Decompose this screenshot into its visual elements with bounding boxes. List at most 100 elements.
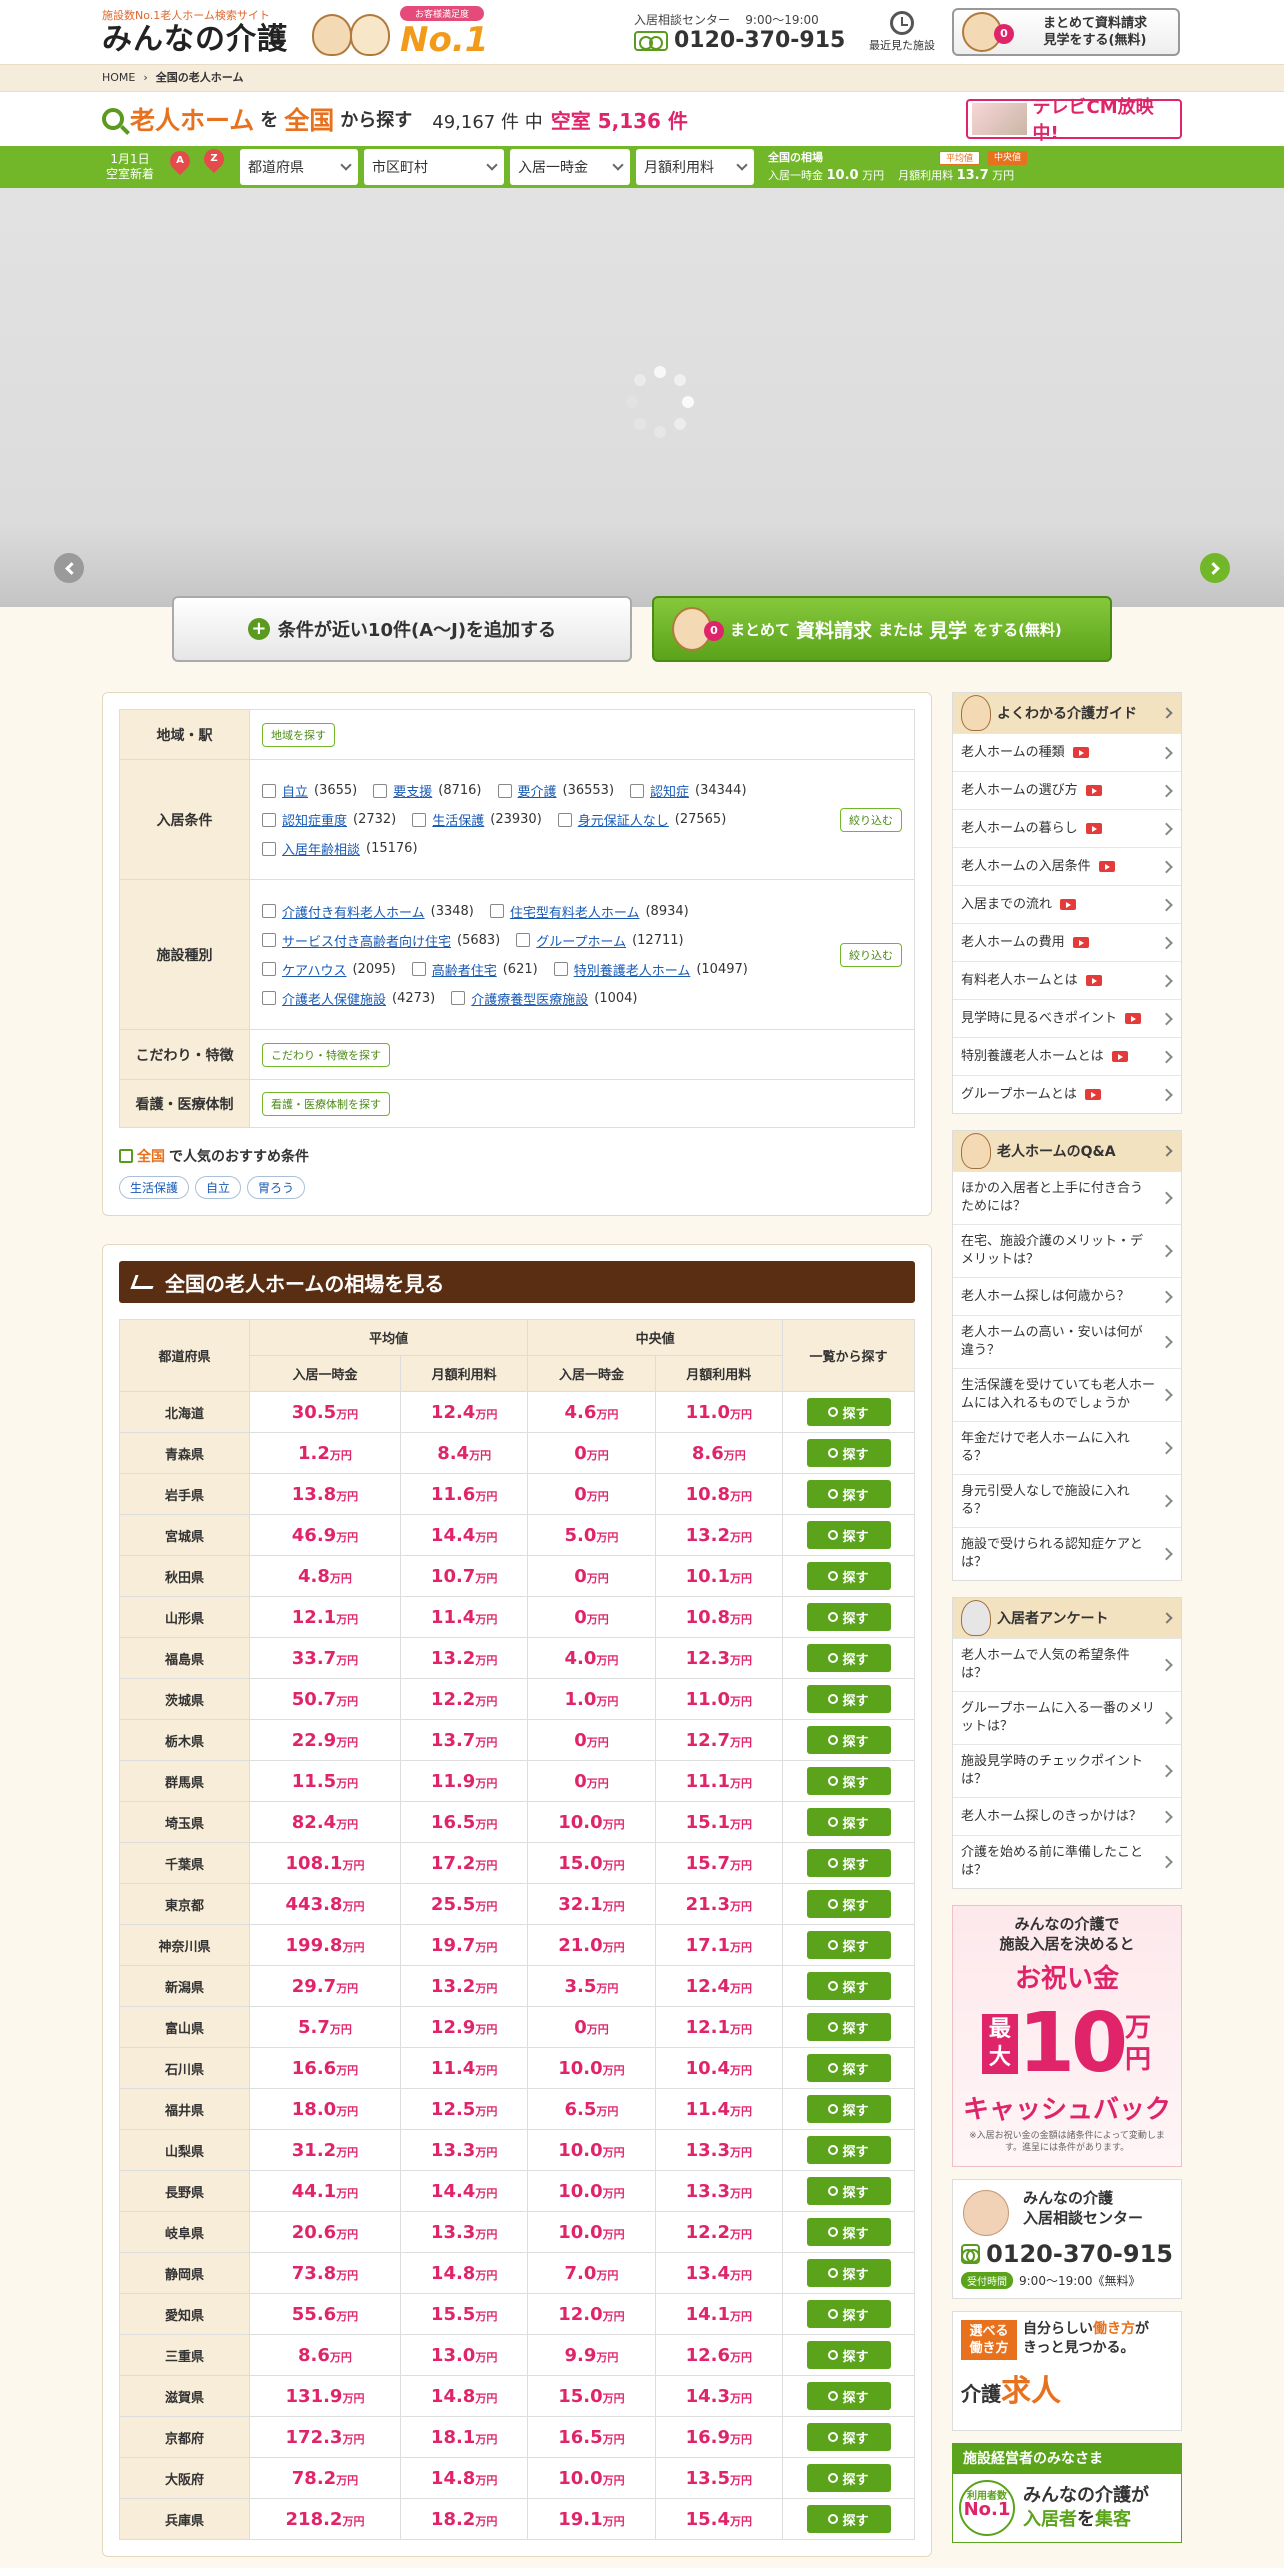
az-sort-button[interactable]: A Z — [164, 144, 234, 185]
find-button[interactable]: 探す — [806, 2423, 891, 2451]
recommended-tag[interactable]: 生活保護 — [119, 1176, 190, 1199]
facility-type-checkbox[interactable]: グループホーム (12711) — [516, 931, 684, 950]
recent-viewed-button[interactable]: 最近見た施設 — [862, 11, 942, 53]
facility-type-link[interactable]: ケアハウス — [282, 960, 346, 979]
guide-item[interactable]: 老人ホームの選び方 — [953, 771, 1181, 809]
monthly-fee-select[interactable]: 月額利用料 — [636, 149, 754, 185]
qa-item[interactable]: 年金だけで老人ホームに入れる？ — [953, 1421, 1181, 1474]
condition-checkbox[interactable]: 身元保証人なし (27565) — [557, 810, 726, 829]
care-guide-header[interactable]: よくわかる介護ガイド — [953, 693, 1181, 733]
condition-link[interactable]: 身元保証人なし — [578, 810, 669, 829]
facility-type-link[interactable]: 介護老人保健施設 — [282, 989, 386, 1008]
condition-link[interactable]: 入居年齢相談 — [282, 839, 360, 858]
find-button[interactable]: 探す — [806, 2464, 891, 2492]
guide-item[interactable]: グループホームとは — [953, 1075, 1181, 1113]
find-button[interactable]: 探す — [806, 2505, 891, 2533]
find-button[interactable]: 探す — [806, 1808, 891, 1836]
find-button[interactable]: 探す — [806, 1398, 891, 1426]
checkbox-icon[interactable] — [497, 783, 512, 798]
facility-type-link[interactable]: 高齢者住宅 — [432, 960, 497, 979]
checkbox-icon[interactable] — [630, 783, 645, 798]
checkbox-icon[interactable] — [262, 812, 276, 827]
condition-checkbox[interactable]: 認知症 (34344) — [630, 781, 747, 800]
find-button[interactable]: 探す — [806, 1439, 891, 1467]
find-button[interactable]: 探す — [806, 1767, 891, 1795]
facility-type-link[interactable]: 住宅型有料老人ホーム — [510, 902, 640, 921]
city-select[interactable]: 市区町村 — [364, 149, 504, 185]
condition-link[interactable]: 生活保護 — [432, 810, 484, 829]
checkbox-icon[interactable] — [262, 962, 276, 976]
survey-header[interactable]: 入居者アンケート — [953, 1598, 1181, 1638]
condition-checkbox[interactable]: 入居年齢相談 (15176) — [262, 839, 418, 858]
find-button[interactable]: 探す — [806, 1603, 891, 1631]
survey-item[interactable]: 老人ホーム探しのきっかけは？ — [953, 1797, 1181, 1835]
facility-type-checkbox[interactable]: 介護療養型医療施設 (1004) — [451, 989, 638, 1008]
qa-item[interactable]: 在宅、施設介護のメリット・デメリットは？ — [953, 1224, 1181, 1277]
tv-cm-banner[interactable]: テレビCM放映中! — [966, 97, 1182, 144]
condition-link[interactable]: 要介護 — [518, 781, 557, 800]
facility-type-checkbox[interactable]: 介護老人保健施設 (4273) — [262, 989, 435, 1008]
checkbox-icon[interactable] — [262, 933, 276, 947]
center-phone[interactable]: 0120-370-915 — [961, 2240, 1173, 2268]
narrow-types-button[interactable]: 絞り込む — [840, 942, 902, 967]
facility-type-checkbox[interactable]: 介護付き有料老人ホーム (3348) — [262, 902, 474, 921]
qa-item[interactable]: 老人ホーム探しは何歳から？ — [953, 1277, 1181, 1315]
guide-item[interactable]: 老人ホームの暮らし — [953, 809, 1181, 847]
qa-item[interactable]: 老人ホームの高い・安いは何が違う？ — [953, 1315, 1181, 1368]
site-logo[interactable]: 施設数No.1老人ホーム検索サイト みんなの介護 — [102, 7, 302, 57]
medical-search-button[interactable]: 看護・医療体制を探す — [262, 1091, 390, 1116]
guide-item[interactable]: 入居までの流れ — [953, 885, 1181, 923]
narrow-conditions-button[interactable]: 絞り込む — [840, 807, 902, 832]
qa-header[interactable]: 老人ホームのQ&A — [953, 1131, 1181, 1171]
find-button[interactable]: 探す — [806, 2218, 891, 2246]
qa-item[interactable]: ほかの入居者と上手に付き合うためには？ — [953, 1171, 1181, 1224]
find-button[interactable]: 探す — [806, 1685, 891, 1713]
cashback-banner[interactable]: みんなの介護で 施設入居を決めると お祝い金 最大 10 万円 キャッシュバック… — [952, 1905, 1182, 2167]
qa-item[interactable]: 身元引受人なしで施設に入れる？ — [953, 1474, 1181, 1527]
find-button[interactable]: 探す — [806, 1890, 891, 1918]
find-button[interactable]: 探す — [806, 2054, 891, 2082]
add-similar-button[interactable]: + 条件が近い10件(A〜J)を追加する — [172, 596, 632, 662]
find-button[interactable]: 探す — [806, 2095, 891, 2123]
find-button[interactable]: 探す — [806, 1726, 891, 1754]
entry-fee-select[interactable]: 入居一時金 — [510, 149, 630, 185]
facility-type-link[interactable]: 介護付き有料老人ホーム — [282, 902, 425, 921]
checkbox-icon[interactable] — [411, 962, 426, 976]
facility-type-checkbox[interactable]: 住宅型有料老人ホーム (8934) — [489, 902, 689, 921]
guide-item[interactable]: 見学時に見るべきポイント — [953, 999, 1181, 1037]
operator-banner[interactable]: 施設経営者のみなさま 利用者数 No.1 みんなの介護が 入居者を集客 — [952, 2443, 1182, 2543]
checkbox-icon[interactable] — [262, 991, 276, 1005]
find-button[interactable]: 探す — [806, 1521, 891, 1549]
area-search-button[interactable]: 地域を探す — [262, 722, 335, 747]
condition-link[interactable]: 要支援 — [393, 781, 432, 800]
condition-checkbox[interactable]: 要介護 (36553) — [497, 781, 614, 800]
guide-item[interactable]: 有料老人ホームとは — [953, 961, 1181, 999]
facility-type-link[interactable]: サービス付き高齢者向け住宅 — [282, 931, 451, 950]
guide-item[interactable]: 老人ホームの入居条件 — [953, 847, 1181, 885]
survey-item[interactable]: 介護を始める前に準備したことは？ — [953, 1835, 1181, 1888]
checkbox-icon[interactable] — [373, 783, 388, 798]
job-banner[interactable]: 選べる働き方 自分らしい働き方が きっと見つかる。 介護求人 — [952, 2311, 1182, 2431]
find-button[interactable]: 探す — [806, 2013, 891, 2041]
survey-item[interactable]: 施設見学時のチェックポイントは？ — [953, 1744, 1181, 1797]
facility-type-link[interactable]: 特別養護老人ホーム — [574, 960, 691, 979]
feature-search-button[interactable]: こだわり・特徴を探す — [262, 1042, 390, 1067]
condition-link[interactable]: 認知症 — [650, 781, 689, 800]
checkbox-icon[interactable] — [516, 933, 531, 947]
condition-checkbox[interactable]: 生活保護 (23930) — [412, 810, 542, 829]
checkbox-icon[interactable] — [553, 962, 568, 976]
condition-checkbox[interactable]: 認知症重度 (2732) — [262, 810, 396, 829]
checkbox-icon[interactable] — [451, 991, 466, 1005]
phone-number[interactable]: 0120-370-915 — [634, 28, 854, 53]
bulk-request-big-button[interactable]: 0 まとめて 資料請求 または 見学 をする(無料) — [652, 596, 1112, 662]
condition-link[interactable]: 認知症重度 — [282, 810, 347, 829]
guide-item[interactable]: 特別養護老人ホームとは — [953, 1037, 1181, 1075]
find-button[interactable]: 探す — [806, 1972, 891, 2000]
facility-type-checkbox[interactable]: サービス付き高齢者向け住宅 (5683) — [262, 931, 500, 950]
carousel-next-button[interactable] — [1200, 553, 1230, 583]
facility-type-checkbox[interactable]: 高齢者住宅 (621) — [411, 960, 538, 979]
facility-type-checkbox[interactable]: ケアハウス (2095) — [262, 960, 396, 979]
find-button[interactable]: 探す — [806, 2177, 891, 2205]
qa-item[interactable]: 施設で受けられる認知症ケアとは？ — [953, 1527, 1181, 1580]
find-button[interactable]: 探す — [806, 2259, 891, 2287]
